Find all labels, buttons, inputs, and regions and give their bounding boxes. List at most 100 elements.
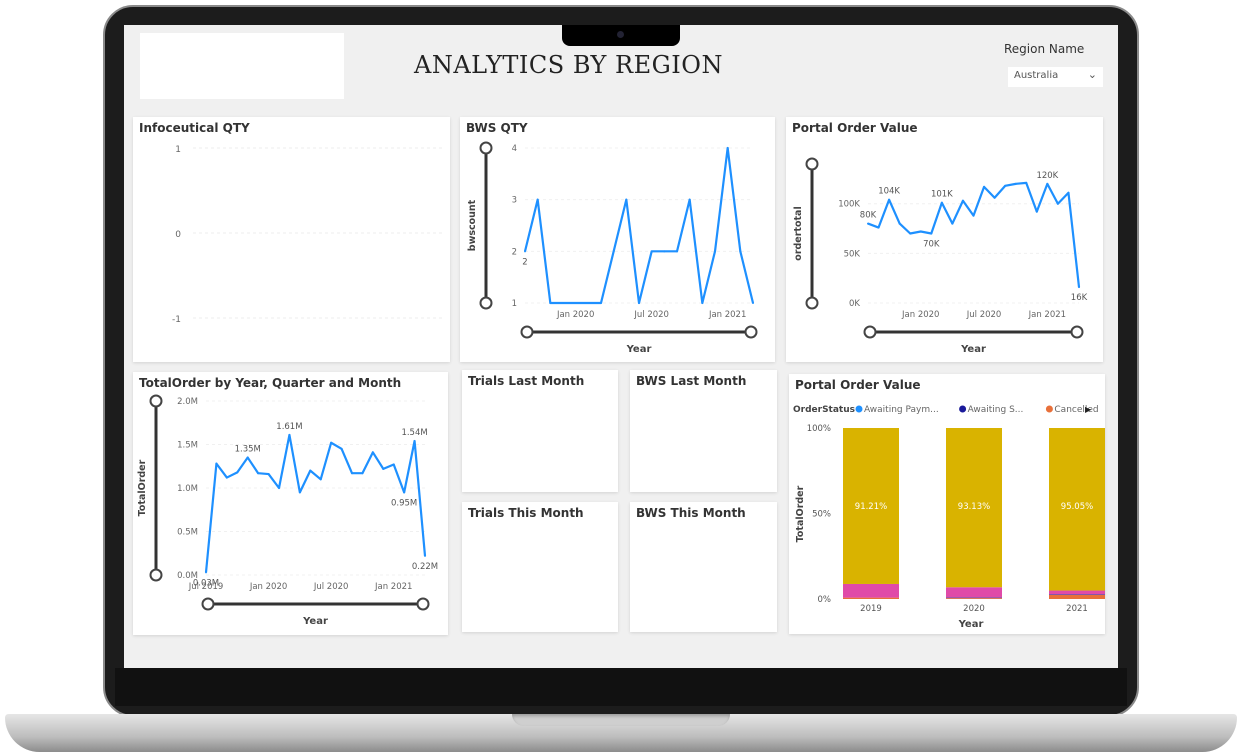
y-range-slider-handle[interactable] — [149, 568, 163, 582]
x-tick-label: Jan 2021 — [708, 310, 746, 320]
x-range-slider-handle[interactable] — [1070, 325, 1084, 339]
data-point — [600, 302, 602, 304]
data-point — [993, 196, 996, 199]
laptop-bezel-bottom — [115, 668, 1127, 706]
x-range-slider-handle[interactable] — [416, 597, 430, 611]
y-tick-label: 100% — [807, 424, 831, 434]
y-tick-label: 50% — [812, 510, 831, 520]
data-label: 120K — [1036, 171, 1058, 181]
data-point — [638, 302, 640, 304]
data-point — [361, 472, 364, 475]
bar-segment — [946, 597, 1002, 599]
data-point — [413, 440, 416, 443]
region-filter-label: Region Name — [1004, 42, 1085, 56]
x-range-slider-handle[interactable] — [520, 325, 534, 339]
y-range-slider-handle[interactable] — [805, 157, 819, 171]
x-tick-label: 2021 — [1066, 604, 1088, 614]
y-axis-title: bwscount — [467, 199, 478, 251]
data-point — [536, 198, 539, 201]
legend-item[interactable]: Awaiting Paym... — [864, 405, 939, 415]
bar-segment — [946, 587, 1002, 598]
legend-item[interactable]: Awaiting S... — [968, 405, 1024, 415]
y-tick-label: 2 — [512, 247, 517, 257]
data-point — [424, 554, 426, 557]
y-tick-label: 0% — [818, 595, 832, 605]
bar-segment — [1049, 590, 1105, 595]
dashboard-screen: ANALYTICS BY REGION Region Name Australi… — [124, 25, 1118, 668]
data-point — [340, 447, 343, 450]
data-point — [382, 467, 385, 470]
bar-data-label: 91.21% — [855, 502, 887, 512]
data-point — [524, 250, 526, 253]
y-tick-label: 0.5M — [177, 528, 198, 538]
data-point — [650, 250, 653, 253]
data-point — [961, 199, 964, 202]
data-point — [309, 469, 312, 472]
page-title: ANALYTICS BY REGION — [414, 51, 723, 79]
data-point — [215, 462, 218, 465]
data-point — [267, 473, 270, 476]
bws-qty-card: BWS QTY 1 2 3 4 Jan 2020 Jul 2020 Jan 2021 2 Year… — [460, 117, 775, 362]
trials-this-month-card: Trials This Month — [462, 502, 618, 632]
data-point — [1025, 181, 1028, 184]
legend-marker — [959, 405, 967, 413]
data-point — [688, 198, 691, 201]
y-tick-label: 2.0M — [177, 397, 198, 407]
camera-icon — [617, 31, 624, 38]
trials-last-month-card: Trials Last Month — [462, 370, 618, 492]
data-point — [983, 185, 986, 188]
data-point — [663, 250, 666, 253]
portal-order-value-stacked-bar-chart: OrderStatus Awaiting Paym... Awaiting S...… — [793, 405, 1105, 630]
bar-segment — [1049, 594, 1105, 595]
data-point — [940, 201, 943, 204]
x-axis-title: Year — [302, 616, 328, 627]
x-axis-title: Year — [626, 344, 652, 355]
x-axis-title: Year — [960, 344, 986, 355]
x-tick-label: 2020 — [963, 604, 985, 614]
data-label: 101K — [931, 190, 953, 200]
portal-order-value-line-chart: 0K 50K 100K Jan 2020 Jul 2020 Jan 2021 80K 104K… — [793, 157, 1088, 355]
data-point — [330, 441, 333, 444]
x-range-slider-handle[interactable] — [744, 325, 758, 339]
total-order-chart: 0.0M0.5M1.0M1.5M2.0MJul 2019 Jan 2020 Jul … — [137, 394, 438, 627]
x-tick-label: Jul 2020 — [313, 582, 349, 592]
legend-item[interactable]: Cancelled — [1054, 405, 1098, 415]
x-tick-label: Jul 2020 — [966, 310, 1002, 320]
x-tick-label: 2019 — [860, 604, 882, 614]
x-range-slider-handle[interactable] — [201, 597, 215, 611]
x-tick-label: Jan 2020 — [249, 582, 287, 592]
data-point — [257, 472, 260, 475]
data-point — [909, 232, 912, 235]
region-value: Australia — [1014, 70, 1059, 81]
data-point — [1004, 184, 1007, 187]
y-tick-label: -1 — [172, 315, 181, 325]
data-point — [1078, 286, 1080, 289]
x-axis-title: Year — [958, 619, 984, 630]
bar-data-label: 93.13% — [958, 502, 990, 512]
card-title: BWS This Month — [636, 506, 746, 520]
y-range-slider-handle[interactable] — [149, 394, 163, 408]
data-point — [1056, 202, 1059, 205]
data-point — [246, 456, 249, 459]
data-label: 16K — [1071, 293, 1088, 303]
bar-segment — [1049, 594, 1105, 599]
region-dropdown[interactable]: Australia ⌄ — [1008, 67, 1103, 87]
y-range-slider-handle[interactable] — [479, 141, 493, 155]
series-line — [523, 146, 755, 305]
bar-segment — [946, 598, 1002, 599]
legend-next-arrow-icon[interactable]: ▶ — [1085, 405, 1092, 414]
data-label: 0.95M — [391, 498, 417, 508]
y-range-slider-handle[interactable] — [805, 296, 819, 310]
data-point — [888, 198, 891, 201]
x-tick-label: Jan 2020 — [901, 310, 939, 320]
data-point — [587, 302, 590, 304]
y-axis-title: TotalOrder — [137, 459, 148, 516]
y-tick-label: 1 — [175, 145, 181, 155]
data-point — [752, 302, 754, 304]
y-range-slider-handle[interactable] — [479, 296, 493, 310]
data-point — [898, 222, 901, 225]
x-tick-label: Jan 2020 — [556, 310, 594, 320]
data-label: 1.54M — [401, 428, 427, 438]
x-range-slider-handle[interactable] — [863, 325, 877, 339]
data-point — [972, 214, 975, 217]
